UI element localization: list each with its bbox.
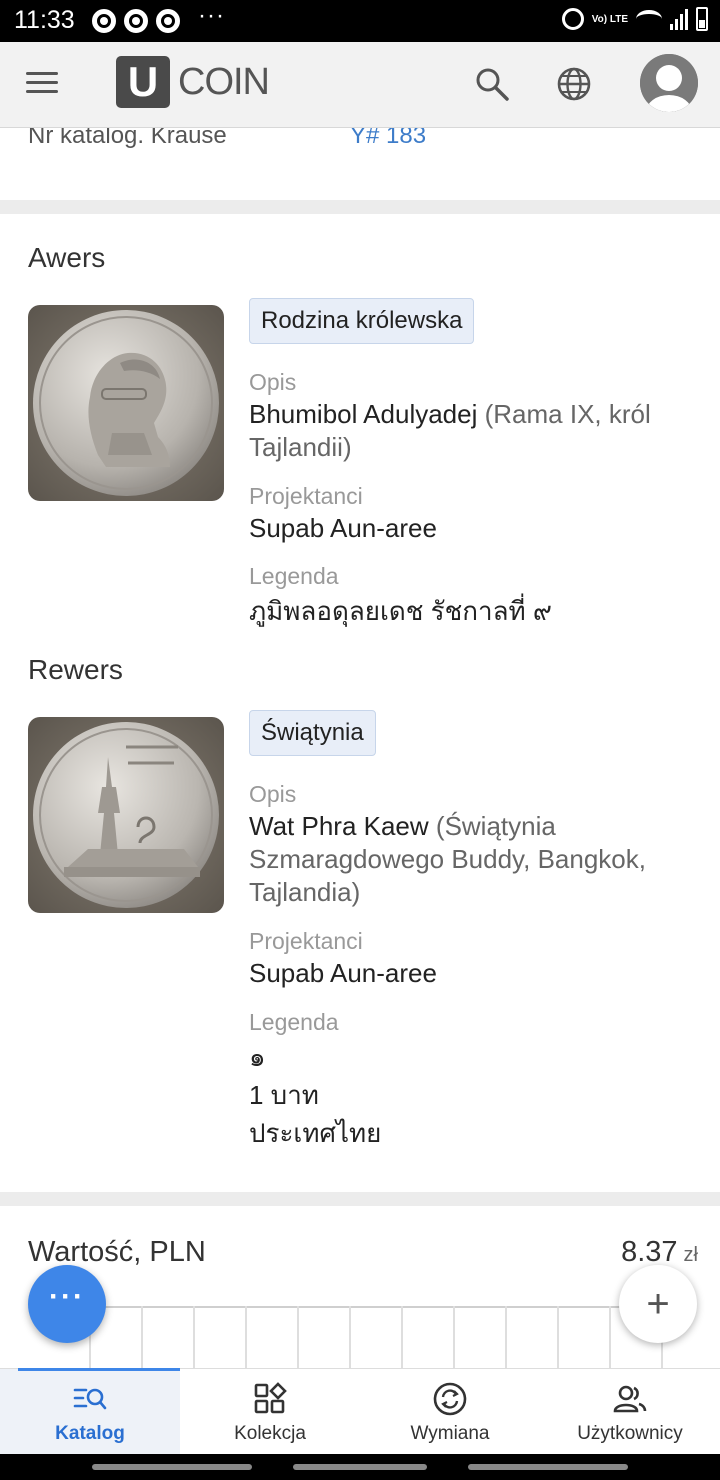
alarm-icon	[561, 8, 584, 30]
value-chart-grid	[40, 1306, 680, 1368]
section-divider	[0, 200, 720, 214]
more-actions-button[interactable]: ···	[28, 1265, 106, 1343]
chrome-icon	[124, 9, 148, 33]
status-bar: 11:33 ··· Vo) LTE	[0, 0, 720, 42]
reverse-designers[interactable]: Supab Aun-aree	[249, 957, 699, 990]
value-title: Wartość, PLN	[28, 1236, 206, 1268]
more-notifications-icon: ···	[198, 2, 225, 29]
volte-icon: Vo) LTE	[591, 13, 628, 25]
system-home-handle[interactable]	[293, 1464, 427, 1470]
reverse-description-label: Opis	[249, 781, 297, 807]
obverse-description: Bhumibol Adulyadej (Rama IX, król Tajlan…	[249, 398, 699, 464]
search-icon[interactable]	[474, 66, 510, 102]
logo-text: COIN	[178, 60, 270, 103]
bottom-navigation: Katalog Kolekcja Wymiana Użytkownicy	[0, 1368, 720, 1454]
battery-icon	[696, 7, 708, 31]
ucoin-logo[interactable]: U COIN	[116, 56, 270, 108]
add-to-collection-button[interactable]: +	[619, 1265, 697, 1343]
logo-mark: U	[116, 56, 170, 108]
signal-icon	[670, 8, 688, 30]
menu-icon[interactable]	[26, 72, 58, 96]
reverse-coin-image[interactable]	[28, 717, 224, 913]
reverse-description-main: Wat Phra Kaew	[249, 811, 429, 841]
reverse-legend-line: ประเทศไทย	[249, 1118, 382, 1148]
system-navigation-bar	[0, 1454, 720, 1480]
nav-uzytkownicy[interactable]: Użytkownicy	[540, 1369, 720, 1454]
reverse-designers-label: Projektanci	[249, 928, 363, 954]
nav-kolekcja-label: Kolekcja	[234, 1423, 306, 1444]
reverse-legend-line: 1 บาท	[249, 1080, 319, 1110]
obverse-description-label: Opis	[249, 369, 297, 395]
obverse-legend: ภูมิพลอดุลยเดช รัชกาลที่ ๙	[249, 596, 552, 626]
chrome-icon	[92, 9, 116, 33]
notification-icons	[92, 9, 180, 33]
reverse-title: Rewers	[28, 654, 123, 685]
more-dots-icon: ···	[49, 1280, 85, 1313]
wifi-icon	[636, 10, 662, 28]
obverse-title: Awers	[28, 242, 106, 273]
catalog-number-row: Nr katalog. Krause Y# 183	[0, 128, 720, 200]
reverse-legend-label: Legenda	[249, 1009, 339, 1035]
obverse-legend-label: Legenda	[249, 563, 339, 589]
obverse-theme-tag[interactable]: Rodzina królewska	[249, 298, 475, 344]
app-bar: U COIN	[0, 42, 720, 128]
catalog-search-icon	[73, 1388, 107, 1410]
section-divider	[0, 1192, 720, 1206]
exchange-icon	[433, 1382, 467, 1416]
nav-uzytkownicy-label: Użytkownicy	[577, 1423, 683, 1444]
value-number: 8.37	[621, 1236, 678, 1268]
nav-katalog[interactable]: Katalog	[0, 1368, 180, 1454]
reverse-theme-tag[interactable]: Świątynia	[249, 710, 376, 756]
plus-icon: +	[646, 1282, 670, 1326]
nav-wymiana-label: Wymiana	[410, 1423, 490, 1444]
status-time: 11:33	[14, 6, 75, 34]
system-icons: Vo) LTE	[561, 7, 708, 31]
catalog-number-link[interactable]: Y# 183	[350, 128, 426, 150]
language-globe-icon[interactable]	[556, 66, 592, 102]
reverse-description: Wat Phra Kaew (Świątynia Szmaragdowego B…	[249, 810, 699, 909]
chrome-icon	[156, 9, 180, 33]
nav-wymiana[interactable]: Wymiana	[360, 1369, 540, 1454]
users-icon	[613, 1385, 647, 1413]
reverse-legend-line: ๑	[249, 1042, 266, 1072]
nav-kolekcja[interactable]: Kolekcja	[180, 1369, 360, 1454]
obverse-description-main: Bhumibol Adulyadej	[249, 399, 478, 429]
system-back-handle[interactable]	[92, 1464, 252, 1470]
nav-katalog-label: Katalog	[55, 1423, 125, 1444]
user-avatar[interactable]	[640, 54, 698, 112]
obverse-designers-label: Projektanci	[249, 483, 363, 509]
obverse-coin-image[interactable]	[28, 305, 224, 501]
value-currency: zł	[683, 1244, 698, 1266]
system-recents-handle[interactable]	[468, 1464, 628, 1470]
obverse-designers[interactable]: Supab Aun-aree	[249, 512, 699, 545]
collection-grid-icon	[254, 1382, 287, 1414]
coin-details-content[interactable]: Nr katalog. Krause Y# 183 Awers Rodzina …	[0, 128, 720, 1368]
catalog-number-label: Nr katalog. Krause	[28, 128, 227, 149]
